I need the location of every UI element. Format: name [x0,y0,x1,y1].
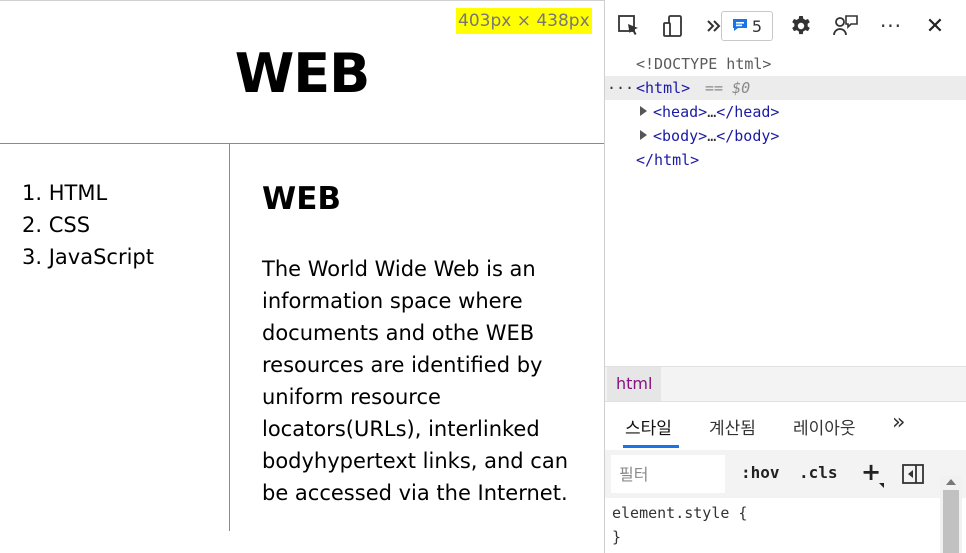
device-emulation-icon[interactable] [657,10,689,42]
doctype-text: <!DOCTYPE html> [636,55,772,73]
devtools-toolbar: 5 ··· ✕ [605,0,966,52]
dom-html-row[interactable]: ··· <html> == $0 [605,76,966,100]
article-paragraph: The World Wide Web is an information spa… [262,257,569,505]
styles-scrollbar[interactable] [940,476,962,553]
dom-head-row[interactable]: <head>…</head> [605,100,966,124]
head-close-tag: </head> [716,103,780,121]
header-divider [0,143,604,144]
body-open-tag: <body> [653,127,708,145]
dom-html-close-row[interactable]: </html> [605,148,966,172]
html-close-tag: </html> [636,151,700,169]
tab-computed[interactable]: 계산됨 [709,414,756,439]
settings-gear-icon[interactable] [785,10,817,42]
issues-button[interactable]: 5 [721,11,773,41]
toggle-sidebar-icon[interactable] [902,464,924,488]
element-style-rule-open[interactable]: element.style { [612,501,941,525]
issues-message-icon [732,17,748,36]
expand-head-icon[interactable] [640,100,652,124]
breadcrumb: html [605,366,966,402]
issues-count: 5 [751,16,763,36]
page-heading: WEB [234,42,371,105]
body-close-tag: </body> [716,127,780,145]
dom-doctype-row[interactable]: <!DOCTYPE html> [605,52,966,76]
tab-styles[interactable]: 스타일 [625,414,672,439]
scroll-up-arrow-icon[interactable] [946,479,956,485]
hover-state-button[interactable]: :hov [741,463,780,482]
viewport-size-badge: 403px × 438px [456,8,592,34]
more-options-icon[interactable]: ··· [875,10,907,42]
body-ellipsis: … [707,127,717,145]
nav-item-css[interactable]: 2. CSS [22,209,154,241]
expand-body-icon[interactable] [640,124,652,148]
feedback-icon[interactable] [830,10,862,42]
style-rules: element.style { } [605,498,941,553]
dom-body-row[interactable]: <body>…</body> [605,124,966,148]
article-heading: WEB [262,181,341,217]
head-open-tag: <head> [653,103,708,121]
selected-marker: == $0 [705,79,751,97]
breadcrumb-html[interactable]: html [607,367,662,401]
class-toggle-button[interactable]: .cls [799,463,838,482]
inspect-element-icon[interactable] [613,10,645,42]
rendered-page: WEB 1. HTML 2. CSS 3. JavaScript WEB The… [0,0,604,553]
nav-list: 1. HTML 2. CSS 3. JavaScript [22,177,154,273]
more-tabs-chevron-icon[interactable]: » [892,410,905,435]
filter-input[interactable] [611,455,725,493]
styles-filter-bar: :hov .cls + [605,450,966,498]
tab-layout[interactable]: 레이아웃 [793,414,856,439]
nav-item-html[interactable]: 1. HTML [22,177,154,209]
row-options-icon[interactable]: ··· [607,76,634,100]
new-style-rule-button[interactable]: + [861,458,881,486]
close-icon[interactable]: ✕ [919,10,951,42]
head-ellipsis: … [707,103,717,121]
active-tab-indicator [623,445,679,448]
add-rule-dropdown-icon[interactable] [879,483,884,488]
html-open-tag: <html> [636,79,691,97]
nav-divider [229,144,230,531]
element-style-rule-close: } [612,528,622,546]
scrollbar-thumb[interactable] [943,490,959,553]
nav-item-javascript[interactable]: 3. JavaScript [22,241,154,273]
devtools-panel: 5 ··· ✕ <!DOCTYPE html> ··· <html> == $0… [604,0,966,553]
dom-tree: <!DOCTYPE html> ··· <html> == $0 <head>…… [605,52,966,172]
styles-panel-tabs: 스타일 계산됨 레이아웃 » [605,402,966,450]
